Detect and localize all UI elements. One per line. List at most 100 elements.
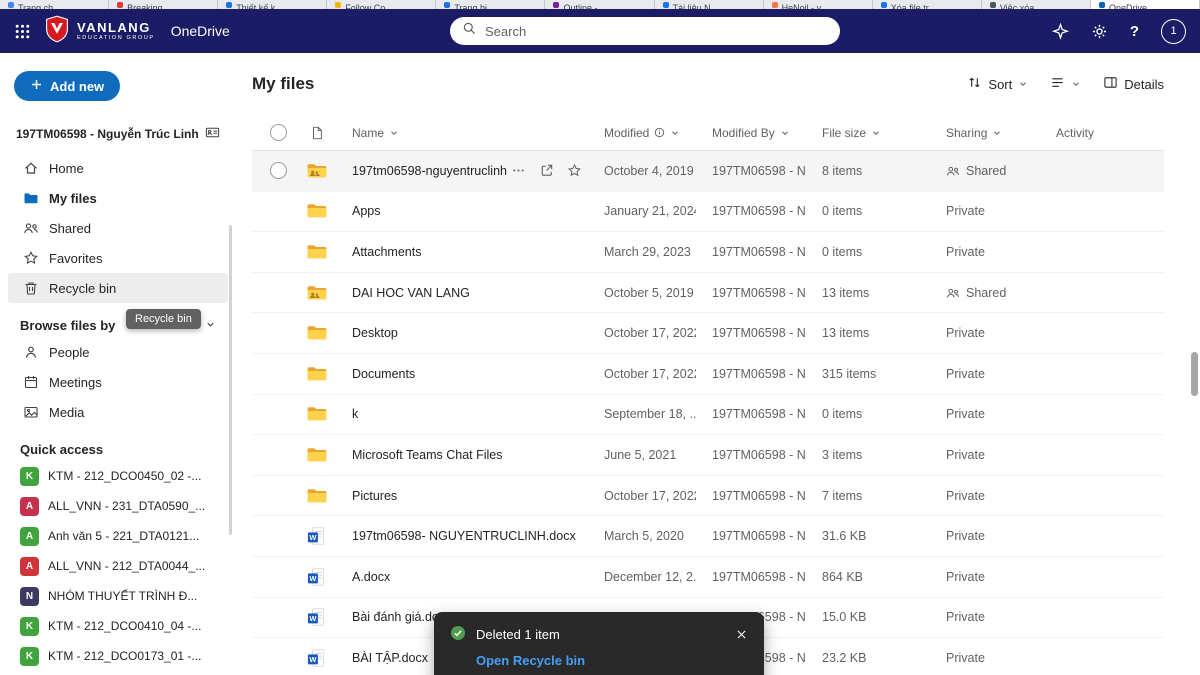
share-icon[interactable] xyxy=(539,163,554,178)
details-panel-icon xyxy=(1103,75,1118,93)
select-all-checkbox[interactable] xyxy=(270,124,287,141)
table-row[interactable]: DocumentsOctober 17, 2022197TM06598 - Ng… xyxy=(252,354,1164,395)
file-size: 13 items xyxy=(806,286,930,300)
sidebar-item-shared[interactable]: Shared xyxy=(8,213,228,243)
file-name[interactable]: 197tm06598- NGUYENTRUCLINH.docx xyxy=(352,529,576,543)
browser-tab[interactable]: Xóa file tr... xyxy=(873,0,982,9)
table-row[interactable]: AppsJanuary 21, 2024197TM06598 - Ngu0 it… xyxy=(252,192,1164,233)
sidebar-nav: HomeMy filesSharedFavoritesRecycle bin xyxy=(0,153,236,303)
file-name[interactable]: Attachments xyxy=(352,245,421,259)
search-box[interactable] xyxy=(450,17,840,45)
search-input[interactable] xyxy=(485,24,828,39)
word-file-icon: W xyxy=(300,526,334,546)
modified-date: December 12, 2... xyxy=(588,570,696,584)
column-header-modified[interactable]: Modified xyxy=(588,126,696,140)
sort-button[interactable]: Sort xyxy=(967,75,1028,93)
quick-access-item[interactable]: KKTM - 212_DCO0450_02 -... xyxy=(0,461,236,491)
quick-access-item[interactable]: AAnh văn 5 - 221_DTA0121... xyxy=(0,521,236,551)
table-row[interactable]: W197tm06598- NGUYENTRUCLINH.docxMarch 5,… xyxy=(252,516,1164,557)
details-button[interactable]: Details xyxy=(1103,75,1164,93)
tab-favicon xyxy=(226,2,232,8)
browser-tab[interactable]: Follow Co... xyxy=(327,0,436,9)
sidebar-item-media[interactable]: Media xyxy=(8,397,228,427)
browser-tab[interactable]: Outline -... xyxy=(545,0,654,9)
quick-access-item[interactable]: KKTM - 212_DCO0410_04 -... xyxy=(0,611,236,641)
modified-date: October 17, 2022 xyxy=(588,489,696,503)
help-icon[interactable]: ? xyxy=(1130,23,1139,40)
file-name[interactable]: A.docx xyxy=(352,570,390,584)
table-row[interactable]: kSeptember 18, ...197TM06598 - Ngu0 item… xyxy=(252,395,1164,436)
modified-by: 197TM06598 - Ngu xyxy=(696,529,806,543)
sidebar-item-meetings[interactable]: Meetings xyxy=(8,367,228,397)
file-name[interactable]: DAI HOC VAN LANG xyxy=(352,286,470,300)
table-row[interactable]: AttachmentsMarch 29, 2023197TM06598 - Ng… xyxy=(252,232,1164,273)
group-avatar: K xyxy=(20,647,39,666)
sidebar-item-recycle-bin[interactable]: Recycle bin xyxy=(8,273,228,303)
group-avatar: N xyxy=(20,587,39,606)
table-row[interactable]: DAI HOC VAN LANGOctober 5, 2019197TM0659… xyxy=(252,273,1164,314)
page-scrollbar[interactable] xyxy=(1191,352,1198,396)
table-row[interactable]: 197tm06598-nguyentruclinhOctober 4, 2019… xyxy=(252,151,1164,192)
account-row[interactable]: 197TM06598 - Nguyễn Trúc Linh xyxy=(0,125,236,143)
quick-access-item[interactable]: NNHÓM THUYẾT TRÌNH Đ... xyxy=(0,581,236,611)
group-avatar: K xyxy=(20,617,39,636)
table-row[interactable]: DesktopOctober 17, 2022197TM06598 - Ngu1… xyxy=(252,313,1164,354)
column-header-name[interactable]: Name xyxy=(334,126,588,140)
group-avatar: A xyxy=(20,527,39,546)
file-name[interactable]: 197tm06598-nguyentruclinh xyxy=(352,164,507,178)
column-header-file-size[interactable]: File size xyxy=(806,126,930,140)
browser-tab[interactable]: OneDrive xyxy=(1091,0,1200,9)
app-launcher-waffle-icon[interactable] xyxy=(14,23,31,40)
quick-access-item[interactable]: AALL_VNN - 212_DTA0044_... xyxy=(0,551,236,581)
app-name[interactable]: OneDrive xyxy=(171,23,230,39)
table-row[interactable]: Microsoft Teams Chat FilesJune 5, 202119… xyxy=(252,435,1164,476)
table-row[interactable]: WA.docxDecember 12, 2...197TM06598 - Ngu… xyxy=(252,557,1164,598)
sidebar-item-my-files[interactable]: My files xyxy=(8,183,228,213)
account-avatar[interactable]: 1 xyxy=(1161,19,1186,44)
favorite-star-icon[interactable] xyxy=(567,163,582,178)
sharing-status: Private xyxy=(930,489,1040,503)
browser-tab[interactable]: Trang ch... xyxy=(0,0,109,9)
file-name-cell: 197tm06598- NGUYENTRUCLINH.docx xyxy=(334,529,588,543)
file-name-cell: Attachments xyxy=(334,245,588,259)
browser-tab[interactable]: Tài liệu N... xyxy=(655,0,764,9)
file-name[interactable]: Desktop xyxy=(352,326,398,340)
sidebar-item-people[interactable]: People xyxy=(8,337,228,367)
file-name[interactable]: Pictures xyxy=(352,489,397,503)
file-name[interactable]: BÀI TẬP.docx xyxy=(352,651,428,665)
file-name[interactable]: Microsoft Teams Chat Files xyxy=(352,448,503,462)
column-header-modified-by[interactable]: Modified By xyxy=(696,126,806,140)
browser-tab[interactable]: Việc xóa... xyxy=(982,0,1091,9)
column-header-sharing[interactable]: Sharing xyxy=(930,126,1040,140)
folder-icon xyxy=(300,446,334,464)
table-row[interactable]: PicturesOctober 17, 2022197TM06598 - Ngu… xyxy=(252,476,1164,517)
settings-gear-icon[interactable] xyxy=(1091,23,1108,40)
folder-icon xyxy=(300,202,334,220)
more-actions-icon[interactable] xyxy=(511,163,526,178)
quick-access-item[interactable]: KKTM - 212_DCO0173_01 -... xyxy=(0,641,236,671)
browser-tab[interactable]: Trang bj... xyxy=(436,0,545,9)
file-name[interactable]: Documents xyxy=(352,367,415,381)
quick-access-item[interactable]: AALL_VNN - 231_DTA0590_... xyxy=(0,491,236,521)
people-icon xyxy=(22,220,39,237)
add-new-button[interactable]: Add new xyxy=(14,71,120,101)
column-header-activity[interactable]: Activity xyxy=(1040,126,1164,140)
main-header: My files Sort Details xyxy=(252,53,1164,115)
browser-tab[interactable]: Thiết kế k... xyxy=(218,0,327,9)
sidebar-item-label: Media xyxy=(49,405,84,420)
account-name: 197TM06598 - Nguyễn Trúc Linh xyxy=(16,127,199,141)
browser-tab[interactable]: Breaking... xyxy=(109,0,218,9)
chevron-down-icon xyxy=(205,318,216,333)
sidebar-scrollbar[interactable] xyxy=(229,225,232,535)
browser-tab[interactable]: HeNoil - v... xyxy=(764,0,873,9)
file-name[interactable]: k xyxy=(352,407,358,421)
sparkle-icon[interactable] xyxy=(1052,23,1069,40)
row-checkbox[interactable] xyxy=(270,162,287,179)
sidebar-item-favorites[interactable]: Favorites xyxy=(8,243,228,273)
close-icon[interactable] xyxy=(735,628,748,641)
file-name-cell: DAI HOC VAN LANG xyxy=(334,286,588,300)
open-recycle-bin-link[interactable]: Open Recycle bin xyxy=(476,653,585,668)
file-name[interactable]: Apps xyxy=(352,204,381,218)
sidebar-item-home[interactable]: Home xyxy=(8,153,228,183)
view-options-button[interactable] xyxy=(1050,75,1081,93)
